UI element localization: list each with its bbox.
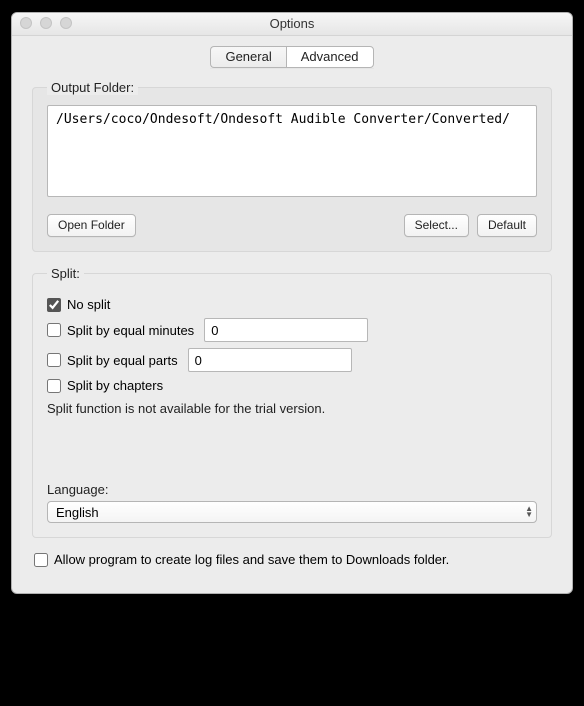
split-legend: Split: (47, 266, 84, 281)
split-parts-row: Split by equal parts (47, 348, 537, 372)
close-icon[interactable] (20, 17, 32, 29)
no-split-checkbox[interactable] (47, 298, 61, 312)
split-minutes-input[interactable] (204, 318, 368, 342)
language-select[interactable]: English (47, 501, 537, 523)
split-trial-note: Split function is not available for the … (47, 401, 537, 416)
split-minutes-label: Split by equal minutes (67, 323, 194, 338)
window-title: Options (270, 16, 315, 31)
split-minutes-checkbox[interactable] (47, 323, 61, 337)
tab-advanced[interactable]: Advanced (286, 46, 374, 68)
split-chapters-row: Split by chapters (47, 378, 537, 393)
no-split-row: No split (47, 297, 537, 312)
log-label: Allow program to create log files and sa… (54, 552, 449, 567)
zoom-icon[interactable] (60, 17, 72, 29)
split-parts-input[interactable] (188, 348, 352, 372)
log-checkbox[interactable] (34, 553, 48, 567)
language-label: Language: (47, 482, 537, 497)
minimize-icon[interactable] (40, 17, 52, 29)
log-row: Allow program to create log files and sa… (34, 552, 548, 567)
options-window: Options General Advanced Output Folder: … (11, 12, 573, 594)
output-folder-legend: Output Folder: (47, 80, 138, 95)
split-minutes-row: Split by equal minutes (47, 318, 537, 342)
split-parts-label: Split by equal parts (67, 353, 178, 368)
tab-bar: General Advanced (12, 36, 572, 74)
tab-general[interactable]: General (210, 46, 285, 68)
output-folder-group: Output Folder: Open Folder Select... Def… (32, 80, 552, 252)
select-folder-button[interactable]: Select... (404, 214, 469, 237)
window-controls (20, 17, 72, 29)
titlebar: Options (12, 13, 572, 36)
split-parts-checkbox[interactable] (47, 353, 61, 367)
output-path-field[interactable] (47, 105, 537, 197)
split-chapters-label: Split by chapters (67, 378, 163, 393)
split-group: Split: No split Split by equal minutes S… (32, 266, 552, 538)
default-folder-button[interactable]: Default (477, 214, 537, 237)
no-split-label: No split (67, 297, 110, 312)
split-chapters-checkbox[interactable] (47, 379, 61, 393)
open-folder-button[interactable]: Open Folder (47, 214, 136, 237)
